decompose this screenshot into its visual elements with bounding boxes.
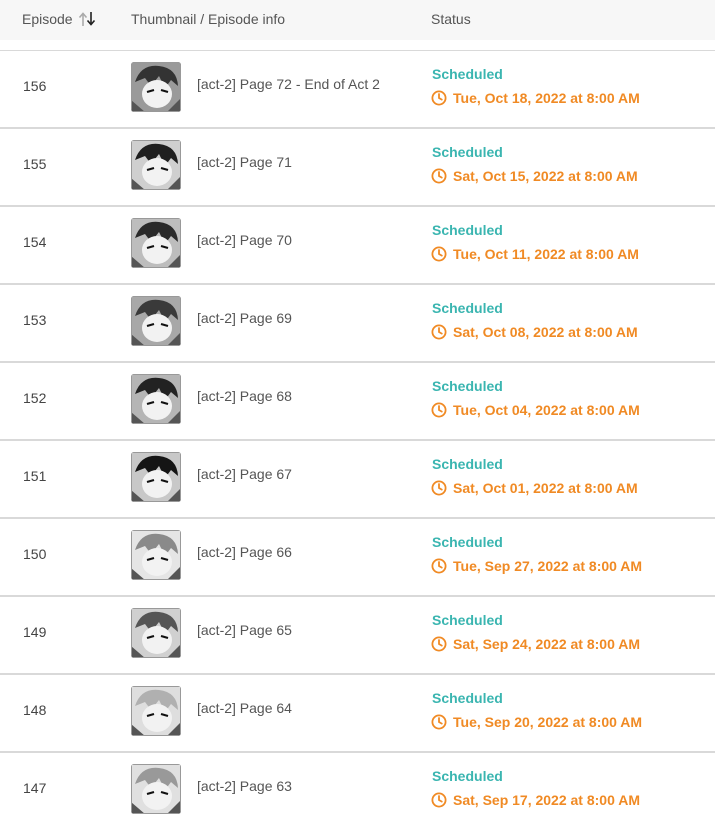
episode-title[interactable]: [act-2] Page 72 - End of Act 2 (197, 76, 380, 92)
status-badge: Scheduled (432, 534, 503, 550)
clock-icon (431, 714, 447, 730)
sort-arrows-icon[interactable] (77, 11, 97, 27)
episode-column-header[interactable]: Episode (22, 11, 97, 27)
table-row[interactable]: 151 [act-2] Page 67 Scheduled Sat, Oct 0… (0, 440, 715, 518)
manga-panel-thumbnail-icon (131, 530, 181, 580)
episode-number: 150 (23, 546, 47, 562)
episode-title[interactable]: [act-2] Page 67 (197, 466, 292, 482)
episode-number: 153 (23, 312, 47, 328)
episode-number: 148 (23, 702, 47, 718)
episode-title[interactable]: [act-2] Page 64 (197, 700, 292, 716)
table-row[interactable]: 156 [act-2] Page 72 - End of Act 2 Sched… (0, 50, 715, 128)
status-badge: Scheduled (432, 66, 503, 82)
schedule-text: Sat, Sep 24, 2022 at 8:00 AM (453, 636, 641, 652)
schedule-text: Sat, Sep 17, 2022 at 8:00 AM (453, 792, 641, 808)
schedule-text: Tue, Sep 20, 2022 at 8:00 AM (453, 714, 643, 730)
manga-panel-thumbnail-icon (131, 374, 181, 424)
episode-title[interactable]: [act-2] Page 65 (197, 622, 292, 638)
episode-number: 151 (23, 468, 47, 484)
schedule-datetime: Tue, Sep 27, 2022 at 8:00 AM (431, 558, 642, 574)
episode-thumbnail[interactable] (131, 296, 181, 346)
episode-thumbnail[interactable] (131, 452, 181, 502)
schedule-datetime: Sat, Sep 24, 2022 at 8:00 AM (431, 636, 640, 652)
episode-thumbnail[interactable] (131, 374, 181, 424)
episode-number: 147 (23, 780, 47, 796)
schedule-datetime: Tue, Oct 04, 2022 at 8:00 AM (431, 402, 640, 418)
clock-icon (431, 402, 447, 418)
episode-number: 154 (23, 234, 47, 250)
schedule-text: Tue, Oct 04, 2022 at 8:00 AM (453, 402, 640, 418)
episode-number: 149 (23, 624, 47, 640)
episode-thumbnail[interactable] (131, 140, 181, 190)
clock-icon (431, 792, 447, 808)
schedule-text: Tue, Oct 18, 2022 at 8:00 AM (453, 90, 640, 106)
episode-number: 152 (23, 390, 47, 406)
clock-icon (431, 480, 447, 496)
table-row[interactable]: 155 [act-2] Page 71 Scheduled Sat, Oct 1… (0, 128, 715, 206)
manga-panel-thumbnail-icon (131, 452, 181, 502)
clock-icon (431, 324, 447, 340)
status-badge: Scheduled (432, 222, 503, 238)
status-badge: Scheduled (432, 300, 503, 316)
clock-icon (431, 90, 447, 106)
clock-icon (431, 636, 447, 652)
status-column-header: Status (431, 11, 471, 27)
status-badge: Scheduled (432, 144, 503, 160)
episode-number: 156 (23, 78, 47, 94)
schedule-text: Sat, Oct 15, 2022 at 8:00 AM (453, 168, 638, 184)
table-row[interactable]: 152 [act-2] Page 68 Scheduled Tue, Oct 0… (0, 362, 715, 440)
clock-icon (431, 558, 447, 574)
status-badge: Scheduled (432, 768, 503, 784)
schedule-datetime: Sat, Oct 15, 2022 at 8:00 AM (431, 168, 638, 184)
table-row[interactable]: 153 [act-2] Page 69 Scheduled Sat, Oct 0… (0, 284, 715, 362)
schedule-datetime: Sat, Sep 17, 2022 at 8:00 AM (431, 792, 640, 808)
status-badge: Scheduled (432, 612, 503, 628)
episode-thumbnail[interactable] (131, 62, 181, 112)
schedule-datetime: Sat, Oct 08, 2022 at 8:00 AM (431, 324, 638, 340)
episode-title[interactable]: [act-2] Page 71 (197, 154, 292, 170)
manga-panel-thumbnail-icon (131, 296, 181, 346)
episode-thumbnail[interactable] (131, 218, 181, 268)
episode-thumbnail[interactable] (131, 764, 181, 814)
table-row[interactable]: 154 [act-2] Page 70 Scheduled Tue, Oct 1… (0, 206, 715, 284)
schedule-text: Sat, Oct 01, 2022 at 8:00 AM (453, 480, 638, 496)
status-badge: Scheduled (432, 378, 503, 394)
manga-panel-thumbnail-icon (131, 608, 181, 658)
table-row[interactable]: 149 [act-2] Page 65 Scheduled Sat, Sep 2… (0, 596, 715, 674)
table-row[interactable]: 148 [act-2] Page 64 Scheduled Tue, Sep 2… (0, 674, 715, 752)
episode-title[interactable]: [act-2] Page 68 (197, 388, 292, 404)
manga-panel-thumbnail-icon (131, 686, 181, 736)
schedule-text: Sat, Oct 08, 2022 at 8:00 AM (453, 324, 638, 340)
schedule-datetime: Sat, Oct 01, 2022 at 8:00 AM (431, 480, 638, 496)
episode-table: Episode Thumbnail / Episode info Status … (0, 0, 715, 826)
episode-thumbnail[interactable] (131, 530, 181, 580)
episode-title[interactable]: [act-2] Page 69 (197, 310, 292, 326)
schedule-datetime: Tue, Oct 18, 2022 at 8:00 AM (431, 90, 640, 106)
episode-header-label: Episode (22, 11, 73, 27)
manga-panel-thumbnail-icon (131, 764, 181, 814)
table-row[interactable]: 147 [act-2] Page 63 Scheduled Sat, Sep 1… (0, 752, 715, 826)
episode-title[interactable]: [act-2] Page 63 (197, 778, 292, 794)
thumbnail-column-header: Thumbnail / Episode info (131, 11, 286, 27)
table-header: Episode Thumbnail / Episode info Status (0, 0, 715, 40)
status-badge: Scheduled (432, 690, 503, 706)
episode-title[interactable]: [act-2] Page 70 (197, 232, 292, 248)
schedule-text: Tue, Sep 27, 2022 at 8:00 AM (453, 558, 643, 574)
episode-thumbnail[interactable] (131, 608, 181, 658)
schedule-datetime: Tue, Sep 20, 2022 at 8:00 AM (431, 714, 642, 730)
manga-panel-thumbnail-icon (131, 140, 181, 190)
schedule-datetime: Tue, Oct 11, 2022 at 8:00 AM (431, 246, 639, 262)
episode-title[interactable]: [act-2] Page 66 (197, 544, 292, 560)
episode-thumbnail[interactable] (131, 686, 181, 736)
clock-icon (431, 246, 447, 262)
clock-icon (431, 168, 447, 184)
manga-panel-thumbnail-icon (131, 62, 181, 112)
table-row[interactable]: 150 [act-2] Page 66 Scheduled Tue, Sep 2… (0, 518, 715, 596)
schedule-text: Tue, Oct 11, 2022 at 8:00 AM (453, 246, 639, 262)
manga-panel-thumbnail-icon (131, 218, 181, 268)
episode-number: 155 (23, 156, 47, 172)
status-badge: Scheduled (432, 456, 503, 472)
